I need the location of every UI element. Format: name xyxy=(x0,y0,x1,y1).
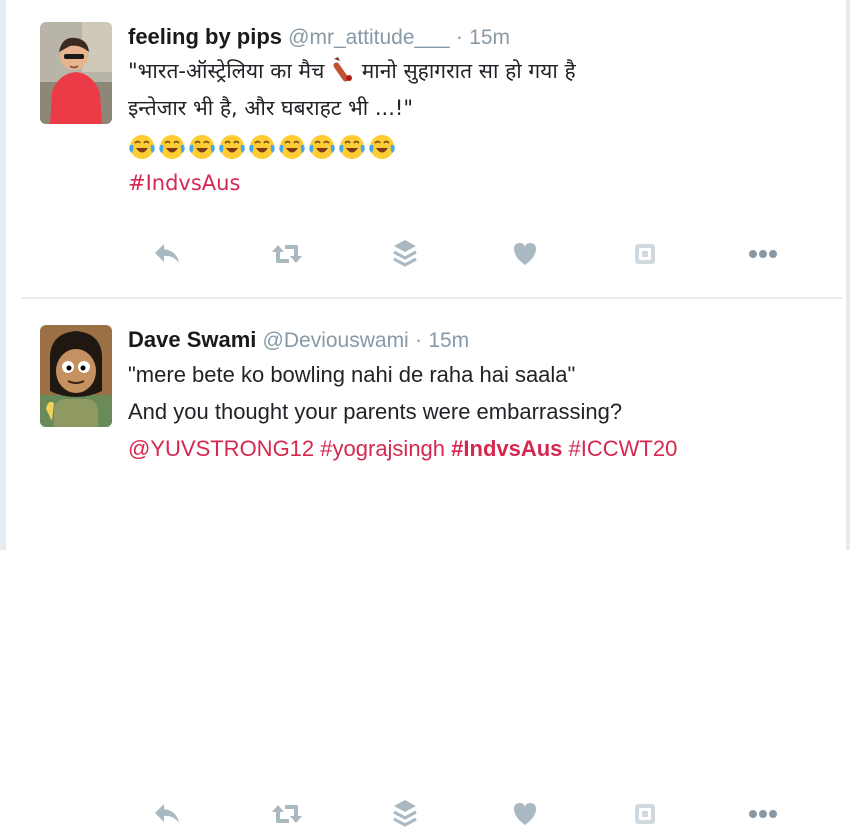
tweet-card[interactable]: Dave Swami @Deviouswami · 15m "mere bete… xyxy=(22,299,842,827)
buffer-icon xyxy=(393,800,417,827)
crying-laughing-face-icon xyxy=(219,135,245,159)
hashtag-link[interactable]: #ICCWT20 xyxy=(569,436,678,461)
tweet-card[interactable]: feeling by pips @mr_attitude___ · 15m "भ… xyxy=(22,0,842,299)
author-handle[interactable]: @mr_attitude___ xyxy=(288,26,449,49)
like-button[interactable] xyxy=(508,237,542,271)
hashtag-link[interactable]: #yograjsingh xyxy=(320,436,445,461)
retweet-button[interactable] xyxy=(270,797,304,831)
crying-laughing-face-icon xyxy=(249,135,275,159)
timestamp[interactable]: 15m xyxy=(428,329,469,352)
reply-button[interactable] xyxy=(150,797,184,831)
separator-dot: · xyxy=(414,327,423,352)
mention-link[interactable]: @YUVSTRONG12 xyxy=(128,436,314,461)
reply-icon xyxy=(155,244,179,263)
hashtag-link[interactable]: #IndvsAus xyxy=(128,171,240,195)
crying-laughing-face-icon xyxy=(189,135,215,159)
more-button[interactable] xyxy=(746,237,780,271)
tweet-tags-line: #IndvsAus xyxy=(128,165,832,202)
tweet-content: Dave Swami @Deviouswami · 15m "mere bete… xyxy=(128,325,832,467)
crying-laughing-face-icon xyxy=(129,135,155,159)
timestamp[interactable]: 15m xyxy=(469,26,510,49)
retweet-button[interactable] xyxy=(270,237,304,271)
crying-laughing-face-icon xyxy=(159,135,185,159)
emoji-row xyxy=(128,129,832,165)
like-button[interactable] xyxy=(508,797,542,831)
pocket-button[interactable] xyxy=(628,237,662,271)
reply-icon xyxy=(155,804,179,823)
reply-button[interactable] xyxy=(150,237,184,271)
tweet-tags-line: @YUVSTRONG12 #yograjsingh #IndvsAus #ICC… xyxy=(128,430,832,467)
retweet-icon xyxy=(272,245,302,263)
more-icon xyxy=(749,810,777,818)
avatar[interactable] xyxy=(40,22,112,124)
tweet-text-line: इन्तेजार भी है, और घबराहट भी ...!" xyxy=(128,96,413,120)
tweet-text-line: And you thought your parents were embarr… xyxy=(128,399,623,424)
hashtag-link[interactable]: #IndvsAus xyxy=(451,436,562,461)
tweet-header: Dave Swami @Deviouswami · 15m xyxy=(128,325,832,356)
more-icon xyxy=(749,250,777,258)
pocket-icon xyxy=(635,244,655,264)
author-handle[interactable]: @Deviouswami xyxy=(263,329,409,352)
tweet-text-line: "भारत-ऑस्ट्रेलिया का मैच मानो सुहागरात स… xyxy=(128,53,832,90)
tweet-actions xyxy=(150,237,790,277)
tweet-text-line: "mere bete ko bowling nahi de raha hai s… xyxy=(128,362,576,387)
separator-dot: · xyxy=(455,24,464,49)
right-border xyxy=(846,0,850,550)
tweet-header: feeling by pips @mr_attitude___ · 15m xyxy=(128,22,832,53)
pocket-icon xyxy=(635,804,655,824)
left-border xyxy=(0,0,6,550)
like-icon xyxy=(514,803,536,825)
buffer-button[interactable] xyxy=(388,237,422,271)
crying-laughing-face-icon xyxy=(339,135,365,159)
cricket-bat-icon xyxy=(331,57,362,83)
avatar[interactable] xyxy=(40,325,112,427)
tweet-content: feeling by pips @mr_attitude___ · 15m "भ… xyxy=(128,22,832,202)
tweet-actions xyxy=(150,797,790,837)
pocket-button[interactable] xyxy=(628,797,662,831)
retweet-icon xyxy=(272,805,302,823)
author-name[interactable]: feeling by pips xyxy=(128,24,282,49)
buffer-icon xyxy=(393,240,417,267)
author-name[interactable]: Dave Swami xyxy=(128,327,256,352)
crying-laughing-face-icon xyxy=(279,135,305,159)
more-button[interactable] xyxy=(746,797,780,831)
crying-laughing-face-icon xyxy=(369,135,395,159)
buffer-button[interactable] xyxy=(388,797,422,831)
crying-laughing-face-icon xyxy=(309,135,335,159)
like-icon xyxy=(514,243,536,265)
tweet-text: "भारत-ऑस्ट्रेलिया का मैच xyxy=(128,59,325,83)
tweet-text: मानो सुहागरात सा हो गया है xyxy=(361,59,576,83)
